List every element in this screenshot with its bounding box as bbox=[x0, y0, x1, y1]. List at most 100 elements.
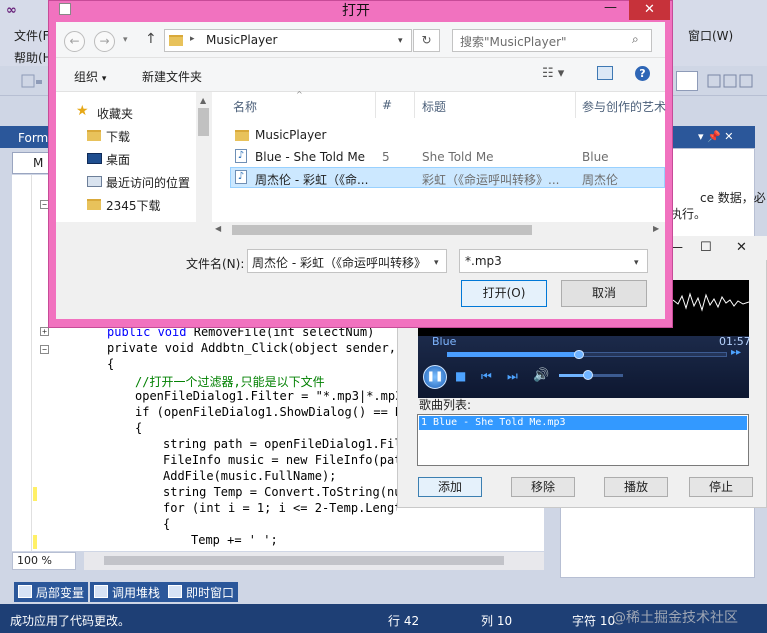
seek-bar-fill bbox=[447, 352, 579, 357]
cancel-button[interactable]: 取消 bbox=[561, 280, 647, 307]
breadcrumb-chevron-icon[interactable]: ▸ bbox=[190, 34, 195, 44]
folder-icon bbox=[235, 130, 249, 141]
status-char: 字符 10 bbox=[572, 614, 616, 628]
scroll-right-icon[interactable]: ▶ bbox=[653, 224, 659, 233]
nav-2345-downloads[interactable]: 2345下载 bbox=[106, 197, 161, 214]
add-button[interactable]: 添加 bbox=[418, 477, 482, 497]
address-path: MusicPlayer bbox=[206, 33, 278, 47]
column-number[interactable]: # bbox=[382, 98, 392, 112]
column-name[interactable]: 名称 bbox=[233, 98, 257, 115]
file-type-value: *.mp3 bbox=[465, 254, 502, 268]
remove-button[interactable]: 移除 bbox=[511, 477, 575, 497]
folder-icon bbox=[87, 199, 101, 210]
search-placeholder: 搜索"MusicPlayer" bbox=[460, 35, 567, 49]
code-line: AddFile(music.FullName); bbox=[163, 469, 337, 483]
panel-text: 执行。 bbox=[670, 207, 707, 221]
change-view-icon[interactable]: ☷ ▾ bbox=[542, 66, 564, 81]
file-list-hscroll-thumb[interactable] bbox=[232, 225, 532, 235]
menu-window[interactable]: 窗口(W) bbox=[688, 27, 733, 44]
filename-value: 周杰伦 - 彩虹（《命运呼叫转移》 bbox=[252, 256, 426, 270]
preview-pane-icon[interactable] bbox=[597, 66, 613, 80]
scroll-left-icon[interactable]: ◀ bbox=[215, 224, 221, 233]
open-button[interactable]: 打开(O) bbox=[461, 280, 547, 307]
column-artists[interactable]: 参与创作的艺术 bbox=[582, 98, 666, 115]
filename-label: 文件名(N): bbox=[186, 257, 245, 271]
column-divider[interactable] bbox=[414, 92, 415, 118]
playlist-label: 歌曲列表: bbox=[419, 398, 472, 412]
toolbar-icons bbox=[706, 71, 756, 91]
forward-button[interactable]: → bbox=[94, 31, 115, 52]
new-folder-button[interactable]: 新建文件夹 bbox=[142, 68, 202, 85]
sort-ascending-icon: ^ bbox=[296, 90, 303, 99]
file-title: She Told Me bbox=[422, 150, 494, 164]
code-line: if (openFileDialog1.ShowDialog() == Di bbox=[135, 405, 397, 419]
code-line: string path = openFileDialog1.File bbox=[163, 437, 397, 451]
seek-knob[interactable] bbox=[574, 350, 584, 359]
pause-button[interactable]: ❚❚ bbox=[423, 365, 447, 389]
filename-dropdown-icon[interactable]: ▾ bbox=[434, 258, 439, 268]
stop-icon[interactable]: ■ bbox=[455, 369, 466, 383]
status-column: 列 10 bbox=[481, 614, 513, 628]
code-line: { bbox=[163, 517, 171, 531]
tab-call-stack[interactable]: 调用堆栈 bbox=[90, 582, 165, 602]
file-name[interactable]: 周杰伦 - 彩虹（《命... bbox=[255, 171, 368, 188]
close-icon[interactable]: ✕ bbox=[736, 240, 747, 255]
previous-icon[interactable]: ⏮ bbox=[481, 369, 492, 384]
player-controls bbox=[418, 336, 749, 398]
address-bar[interactable] bbox=[164, 29, 412, 52]
scroll-up-icon[interactable]: ▲ bbox=[200, 96, 206, 105]
playlist-item[interactable]: 1 Blue - She Told Me.mp3 bbox=[419, 416, 747, 430]
organize-button[interactable]: 组织 ▾ bbox=[74, 68, 106, 85]
code-line: { bbox=[107, 357, 115, 371]
file-type-dropdown-icon[interactable]: ▾ bbox=[634, 258, 639, 268]
tab-label: 即时窗口 bbox=[186, 586, 235, 600]
stop-button[interactable]: 停止 bbox=[689, 477, 753, 497]
organize-label: 组织 bbox=[74, 70, 99, 84]
up-arrow-icon[interactable]: ↑ bbox=[145, 31, 157, 47]
nav-recent[interactable]: 最近访问的位置 bbox=[106, 174, 190, 191]
back-button[interactable]: ← bbox=[64, 31, 85, 52]
toolbar-dropdown[interactable] bbox=[676, 71, 698, 91]
maximize-icon[interactable]: ☐ bbox=[700, 240, 712, 255]
file-name[interactable]: Blue - She Told Me bbox=[255, 150, 365, 164]
column-divider[interactable] bbox=[375, 92, 376, 118]
tab-immediate[interactable]: 即时窗口 bbox=[164, 582, 239, 602]
volume-knob[interactable] bbox=[583, 370, 593, 380]
now-playing-title: Blue bbox=[432, 335, 457, 348]
recent-places-icon bbox=[87, 176, 102, 187]
nav-desktop[interactable]: 桌面 bbox=[106, 151, 130, 168]
next-track-icon[interactable]: ▸▸ bbox=[731, 347, 741, 358]
address-dropdown-icon[interactable]: ▾ bbox=[398, 36, 403, 46]
nav-downloads[interactable]: 下载 bbox=[106, 128, 130, 145]
immediate-window-icon bbox=[168, 585, 182, 598]
column-title[interactable]: 标题 bbox=[422, 98, 446, 115]
code-line: openFileDialog1.Filter = "*.mp3|*.mp3" bbox=[135, 389, 397, 403]
refresh-button[interactable]: ↻ bbox=[413, 29, 440, 52]
file-title: 彩虹（《命运呼叫转移》... bbox=[422, 173, 560, 187]
code-line: string Temp = Convert.ToString(num bbox=[163, 485, 397, 499]
help-icon[interactable]: ? bbox=[635, 66, 650, 81]
desktop-icon bbox=[87, 153, 102, 164]
status-line: 行 42 bbox=[388, 614, 420, 628]
recent-locations-icon[interactable]: ▾ bbox=[123, 35, 128, 45]
zoom-level: 100 % bbox=[17, 554, 52, 567]
file-number: 5 bbox=[382, 150, 390, 164]
next-icon[interactable]: ⏭ bbox=[507, 369, 518, 384]
volume-icon[interactable]: 🔊 bbox=[533, 368, 549, 383]
file-artist: Blue bbox=[582, 150, 609, 164]
column-divider[interactable] bbox=[575, 92, 576, 118]
code-line: FileInfo music = new FileInfo(path bbox=[163, 453, 397, 467]
minimize-icon[interactable]: — bbox=[604, 0, 617, 15]
panel-pin-close-icons[interactable]: ▾ 📌 ✕ bbox=[698, 130, 733, 143]
editor-hscroll-thumb[interactable] bbox=[104, 556, 504, 565]
search-icon[interactable]: ⌕ bbox=[632, 32, 639, 47]
watermark: @稀土掘金技术社区 bbox=[612, 610, 738, 626]
close-button[interactable]: ✕ bbox=[629, 0, 670, 20]
tab-locals[interactable]: 局部变量 bbox=[14, 582, 89, 602]
file-name[interactable]: MusicPlayer bbox=[255, 128, 326, 142]
zoom-select[interactable]: 100 % bbox=[12, 552, 76, 570]
nav-favorites[interactable]: 收藏夹 bbox=[97, 105, 133, 122]
nav-pane-hscroll bbox=[56, 222, 211, 238]
nav-pane-scroll-thumb[interactable] bbox=[198, 108, 209, 136]
play-button[interactable]: 播放 bbox=[604, 477, 668, 497]
